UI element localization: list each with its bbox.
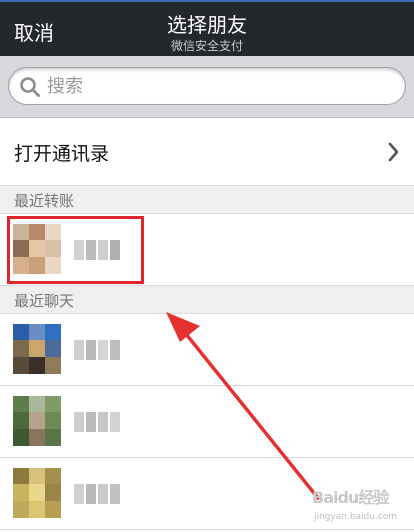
section-header-recent-transfer: 最近转账 [0,186,414,214]
open-contacts-label: 打开通讯录 [14,143,110,165]
search-bar [0,56,414,118]
friend-name [74,340,120,360]
friend-name [74,484,120,504]
chevron-right-icon [388,142,399,162]
avatar [13,468,61,518]
search-input[interactable] [47,68,387,104]
recent-chat-item[interactable] [0,314,414,386]
watermark: Baidu经验 jingyan.baidu.com [312,484,412,530]
avatar [13,396,61,446]
section-title: 最近转账 [14,192,75,210]
highlight-box [7,216,144,284]
section-header-recent-chat: 最近聊天 [0,286,414,314]
page-title: 选择朋友 [167,13,247,37]
page-subtitle: 微信安全支付 [170,39,243,53]
avatar [13,324,61,374]
nav-bar: 取消 选择朋友 微信安全支付 [0,0,414,56]
watermark-logo: Baidu经验 [312,488,389,507]
open-contacts-row[interactable]: 打开通讯录 [0,118,414,186]
recent-chat-item[interactable] [0,386,414,458]
search-box[interactable] [8,67,406,105]
search-icon [20,77,40,97]
watermark-url: jingyan.baidu.com [314,512,398,522]
section-title: 最近聊天 [14,292,75,310]
friend-name [74,412,120,432]
